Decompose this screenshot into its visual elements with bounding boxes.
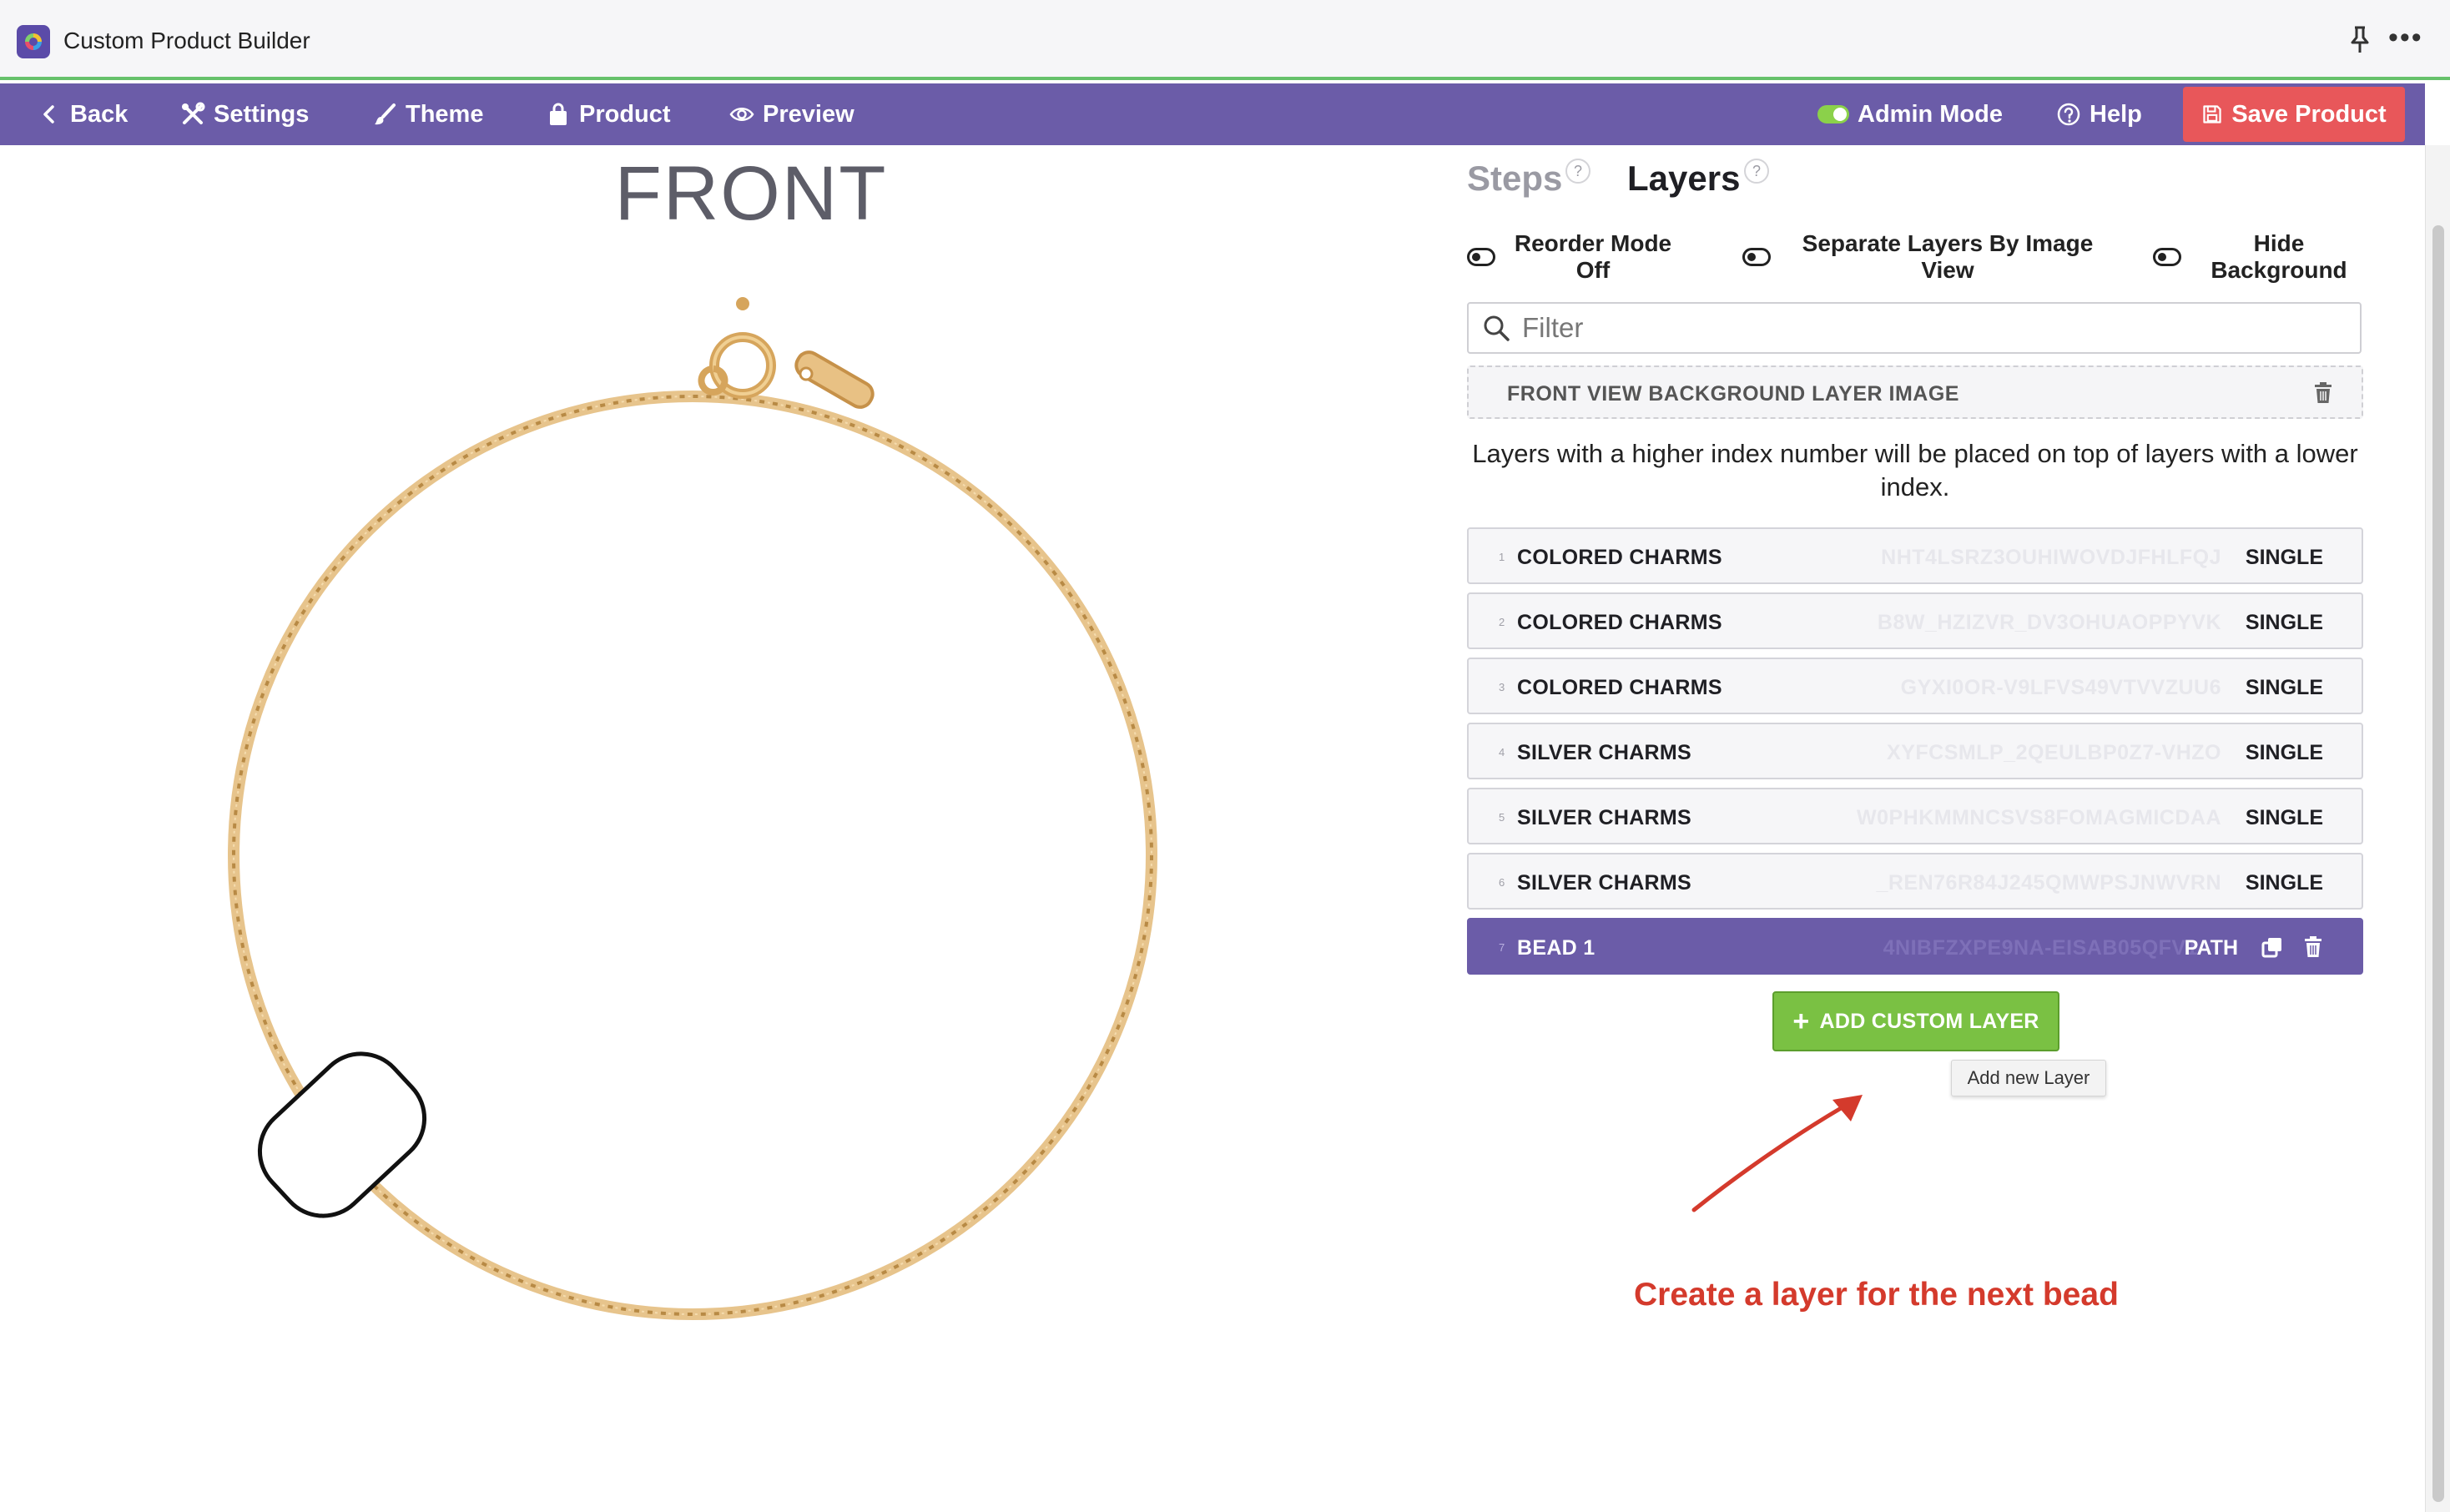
separate-layers-label: Separate Layers By Image View (1802, 230, 2094, 283)
main-toolbar: Back Settings Theme Product Preview Admi… (0, 83, 2425, 145)
layer-index: 7 (1499, 941, 1505, 954)
layer-type: SINGLE (2245, 871, 2323, 895)
layers-help-icon[interactable]: ? (1744, 159, 1769, 184)
layer-index: 1 (1499, 551, 1505, 563)
clasp-image (698, 297, 875, 409)
window-title: Custom Product Builder (63, 28, 310, 53)
background-layer-item[interactable]: FRONT VIEW BACKGROUND LAYER IMAGE (1467, 365, 2363, 419)
help-button[interactable]: Help (2056, 83, 2142, 145)
reorder-mode-toggle[interactable]: Reorder Mode Off (1467, 230, 1672, 284)
layer-row[interactable]: 6 SILVER CHARMS _REN76R84J245QMWPSJNWVRN… (1467, 853, 2363, 910)
add-custom-layer-label: ADD CUSTOM LAYER (1819, 1009, 2039, 1033)
toggle-off-icon (2153, 248, 2181, 266)
eye-icon (729, 108, 754, 121)
layer-row[interactable]: 1 COLORED CHARMS NHT4LSRZ3OUHIWOVDJFHLFQ… (1467, 527, 2363, 584)
hide-background-toggle[interactable]: Hide Background (2153, 230, 2358, 284)
trash-icon[interactable] (2303, 936, 2323, 958)
preview-label: Preview (763, 100, 854, 128)
layer-code: _REN76R84J245QMWPSJNWVRN (1876, 871, 2221, 895)
layer-index: 4 (1499, 746, 1505, 759)
hide-background-label: Hide Background (2211, 230, 2347, 283)
search-icon (1484, 315, 1510, 341)
layer-name: SILVER CHARMS (1517, 741, 1692, 764)
layer-type: SINGLE (2245, 676, 2323, 699)
layer-row-selected[interactable]: 7 BEAD 1 4NIBFZXPE9NA-EISAB05QFV1 PATH (1467, 918, 2363, 975)
layer-name: BEAD 1 (1517, 936, 1596, 960)
theme-button[interactable]: Theme (372, 83, 483, 145)
app-logo-icon (17, 25, 50, 58)
product-button[interactable]: Product (546, 83, 671, 145)
product-label: Product (579, 100, 671, 128)
layer-name: SILVER CHARMS (1517, 871, 1692, 895)
pin-icon[interactable] (2347, 25, 2373, 55)
layer-row[interactable]: 5 SILVER CHARMS W0PHKMMNCSVS8FOMAGMICDAA… (1467, 788, 2363, 844)
question-circle-icon (2057, 103, 2080, 126)
layer-type: SINGLE (2245, 806, 2323, 829)
save-product-label: Save Product (2231, 100, 2387, 128)
layer-type: SINGLE (2245, 546, 2323, 569)
scrollbar-thumb[interactable] (2432, 225, 2444, 1502)
layer-type: SINGLE (2245, 741, 2323, 764)
layer-code: 4NIBFZXPE9NA-EISAB05QFV1 (1883, 936, 2198, 960)
toggle-on-icon (1817, 105, 1849, 123)
background-layer-label: FRONT VIEW BACKGROUND LAYER IMAGE (1507, 382, 1959, 406)
bead-outline (257, 1051, 427, 1218)
layer-row[interactable]: 4 SILVER CHARMS XYFCSMLP_2QEULBP0Z7-VHZO… (1467, 723, 2363, 779)
more-options-icon[interactable]: ••• (2388, 23, 2423, 52)
back-button[interactable]: Back (37, 83, 128, 145)
layer-index: 5 (1499, 811, 1505, 824)
layer-code: GYXI0OR-V9LFVS49VTVVZUU6 (1900, 676, 2221, 699)
bracelet-canvas[interactable] (209, 292, 1177, 1335)
reorder-mode-label: Reorder Mode Off (1514, 230, 1672, 283)
separate-layers-toggle[interactable]: Separate Layers By Image View (1742, 230, 2106, 284)
layer-name: COLORED CHARMS (1517, 611, 1722, 634)
brush-icon (375, 103, 396, 125)
layer-name: COLORED CHARMS (1517, 676, 1722, 699)
layer-code: NHT4LSRZ3OUHIWOVDJFHLFQJ (1881, 546, 2221, 569)
copy-icon[interactable] (2261, 936, 2283, 958)
help-label: Help (2090, 100, 2142, 128)
add-layer-tooltip: Add new Layer (1951, 1060, 2106, 1096)
layer-code: XYFCSMLP_2QEULBP0Z7-VHZO (1887, 741, 2221, 764)
filter-field[interactable] (1467, 302, 2362, 354)
theme-label: Theme (406, 100, 484, 128)
settings-label: Settings (214, 100, 310, 128)
layer-type: SINGLE (2245, 611, 2323, 634)
layer-name: SILVER CHARMS (1517, 806, 1692, 829)
layer-index: 6 (1499, 876, 1505, 889)
layer-name: COLORED CHARMS (1517, 546, 1722, 569)
admin-mode-toggle[interactable]: Admin Mode (1817, 83, 2003, 145)
layer-index: 3 (1499, 681, 1505, 693)
annotation-arrow-icon (1691, 1095, 1863, 1212)
toggle-off-icon (1742, 248, 1771, 266)
annotation-text: Create a layer for the next bead (1634, 1277, 2119, 1313)
layer-row[interactable]: 3 COLORED CHARMS GYXI0OR-V9LFVS49VTVVZUU… (1467, 658, 2363, 714)
trash-icon[interactable] (2313, 382, 2333, 404)
add-custom-layer-button[interactable]: + ADD CUSTOM LAYER (1772, 991, 2059, 1051)
settings-button[interactable]: Settings (180, 83, 309, 145)
layer-row[interactable]: 2 COLORED CHARMS B8W_HZIZVR_DV3OHUAOPPYV… (1467, 592, 2363, 649)
preview-button[interactable]: Preview (729, 83, 854, 145)
chevron-left-icon (43, 105, 54, 123)
plus-icon: + (1792, 1005, 1810, 1037)
steps-help-icon[interactable]: ? (1565, 159, 1590, 184)
tab-steps[interactable]: Steps (1467, 159, 1562, 199)
bag-icon (550, 103, 567, 125)
tools-icon (182, 102, 205, 124)
back-label: Back (70, 100, 129, 128)
admin-mode-label: Admin Mode (1858, 100, 2003, 128)
window-titlebar: Custom Product Builder ••• (0, 0, 2450, 80)
layer-type: PATH (2184, 936, 2238, 960)
layer-index: 2 (1499, 616, 1505, 628)
toggle-off-icon (1467, 248, 1495, 266)
page-scrollbar[interactable] (2425, 145, 2450, 1512)
layer-code: B8W_HZIZVR_DV3OHUAOPPYVK (1877, 611, 2221, 634)
save-product-button[interactable]: Save Product (2183, 87, 2405, 142)
layer-order-hint: Layers with a higher index number will b… (1472, 439, 2358, 501)
tab-layers[interactable]: Layers (1627, 159, 1740, 199)
view-label: FRONT (614, 151, 888, 236)
layer-code: W0PHKMMNCSVS8FOMAGMICDAA (1857, 806, 2221, 829)
save-icon (2203, 105, 2221, 123)
filter-input[interactable] (1522, 312, 2323, 344)
